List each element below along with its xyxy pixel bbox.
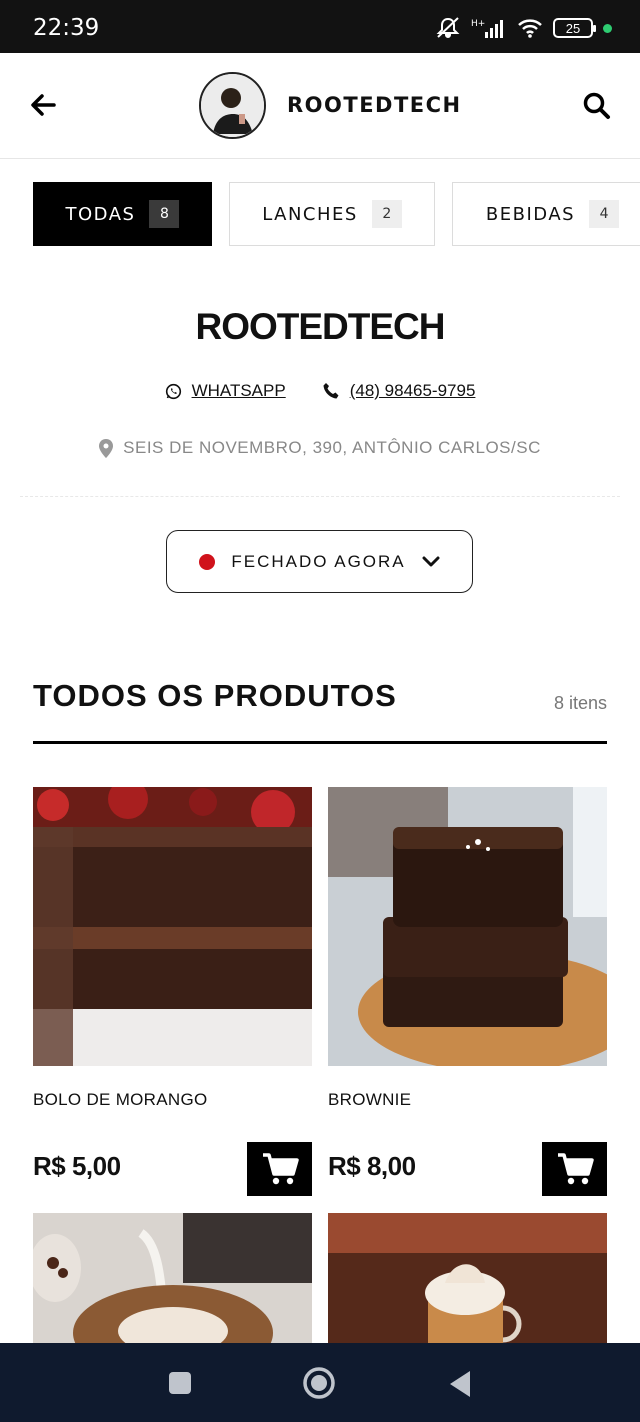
location-pin-icon [99,438,114,458]
product-image-cappuccino[interactable] [328,1213,607,1343]
product-card[interactable] [328,1213,607,1343]
privacy-indicator [603,23,612,33]
tab-label: LANCHES [262,203,358,225]
store-contacts: WHATSAPP (48) 98465-9795 [0,381,640,401]
tab-count-badge: 8 [149,200,180,228]
svg-text:H+: H+ [471,19,485,29]
product-price: R$ 8,00 [328,1151,416,1181]
app-header: ROOTEDTECH [0,53,640,159]
signal-icon: H+ [471,19,503,38]
header-title: ROOTEDTECH [287,93,462,117]
product-name: BROWNIE [328,1090,412,1109]
store-address: SEIS DE NOVEMBRO, 390, ANTÔNIO CARLOS/SC [0,438,640,458]
status-time: 22:39 [33,15,100,41]
status-bar: 22:39 H+ 25 [0,0,640,53]
battery-icon: 25 [553,18,596,38]
address-text: SEIS DE NOVEMBRO, 390, ANTÔNIO CARLOS/SC [123,438,541,457]
back-nav-icon[interactable] [448,1370,472,1398]
tab-label: TODAS [65,203,136,225]
product-card[interactable]: BOLO DE MORANGO R$ 5,00 [33,787,312,1196]
product-image-chocolate-cake[interactable] [33,787,312,1066]
cart-icon [262,1153,299,1185]
closed-status-dot [199,553,216,570]
category-tabs: TODAS 8 LANCHES 2 BEBIDAS 4 [33,182,640,246]
store-avatar[interactable] [199,72,266,139]
product-name: BOLO DE MORANGO [33,1090,208,1109]
recent-apps-icon[interactable] [168,1371,192,1395]
product-image-latte-art[interactable] [33,1213,312,1343]
whatsapp-icon [165,383,181,399]
search-icon[interactable] [582,91,612,121]
add-to-cart-button[interactable] [247,1142,312,1196]
whatsapp-label: WHATSAPP [191,381,286,400]
tab-label: BEBIDAS [485,203,576,225]
whatsapp-link[interactable]: WHATSAPP [165,381,286,401]
phone-icon [323,383,339,399]
product-price: R$ 5,00 [33,1151,121,1181]
add-to-cart-button[interactable] [542,1142,607,1196]
store-status-label: FECHADO AGORA [231,551,406,571]
tab-lanches[interactable]: LANCHES 2 [229,182,435,246]
mute-icon [436,17,460,38]
battery-level: 25 [565,20,581,36]
phone-number: (48) 98465-9795 [349,381,476,400]
tab-todas[interactable]: TODAS 8 [33,182,212,246]
tab-bebidas[interactable]: BEBIDAS 4 [452,182,640,246]
wifi-icon [518,19,542,38]
section-title: TODOS OS PRODUTOS [33,678,397,713]
product-image-brownie[interactable] [328,787,607,1066]
section-item-count: 8 itens [553,693,607,713]
cart-icon [557,1153,594,1185]
chevron-down-icon [422,556,440,566]
store-name: ROOTEDTECH [195,306,446,347]
home-icon[interactable] [302,1366,336,1400]
divider [20,496,620,497]
system-nav-bar [0,1343,640,1422]
avatar-person-icon [201,74,264,137]
status-icons: H+ 25 [435,16,612,40]
tab-count-badge: 2 [371,200,402,228]
store-status-dropdown[interactable]: FECHADO AGORA [166,530,473,593]
back-arrow-icon[interactable] [28,90,58,120]
phone-link[interactable]: (48) 98465-9795 [322,381,476,401]
tab-count-badge: 4 [589,200,620,228]
product-card[interactable]: BROWNIE R$ 8,00 [328,787,607,1196]
section-underline [33,741,607,744]
product-card[interactable] [33,1213,312,1343]
